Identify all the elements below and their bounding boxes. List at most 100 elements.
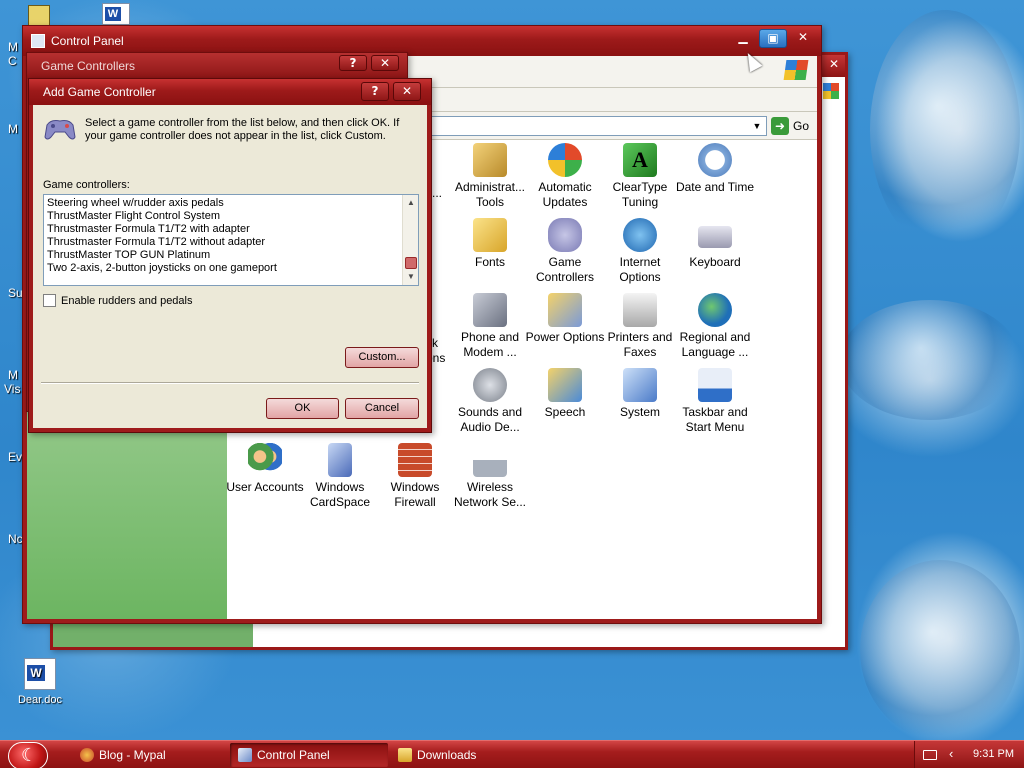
separator	[41, 382, 419, 384]
cp-item-keyboard[interactable]: Keyboard	[675, 218, 755, 270]
cp-item-label: System	[619, 405, 660, 419]
cp-item-speech[interactable]: Speech	[525, 368, 605, 420]
clock[interactable]: 9:31 PM	[973, 748, 1014, 760]
cp-item-date-and-time[interactable]: Date and Time	[675, 143, 755, 195]
wireless-network-icon	[473, 443, 507, 477]
keyboard-icon[interactable]	[923, 750, 937, 760]
taskbar: Blog - Mypal Control Panel Downloads ‹ 9…	[0, 740, 1024, 768]
cp-item-taskbar-and-start-menu[interactable]: Taskbar and Start Menu	[675, 368, 755, 435]
taskbar-button-downloads[interactable]: Downloads	[390, 743, 540, 767]
cancel-button[interactable]: Cancel	[345, 398, 419, 419]
add-game-controller-dialog[interactable]: Add Game Controller ? ✕ Select a game co…	[28, 78, 432, 433]
help-button[interactable]: ?	[339, 55, 367, 71]
taskbar-button-blog-mypal[interactable]: Blog - Mypal	[72, 743, 222, 767]
fonts-folder-icon	[473, 218, 507, 252]
window-title: Control Panel	[51, 34, 124, 48]
cp-item-phone-and-modem[interactable]: Phone and Modem ...	[450, 293, 530, 360]
dialog-titlebar[interactable]: Add Game Controller ? ✕	[29, 79, 431, 105]
checkbox-box[interactable]	[43, 294, 56, 307]
close-button[interactable]: ✕	[393, 82, 421, 101]
cp-item-windows-cardspace[interactable]: Windows CardSpace	[300, 443, 380, 510]
list-item[interactable]: Two 2-axis, 2-button joysticks on one ga…	[47, 262, 418, 275]
partial-text: k	[432, 336, 438, 350]
taskbar-button-label: Downloads	[417, 748, 477, 762]
cp-item-label: User Accounts	[226, 480, 304, 494]
cp-item-user-accounts[interactable]: User Accounts	[225, 443, 305, 495]
keyboard-icon	[698, 226, 732, 248]
game-controllers-list[interactable]: Steering wheel w/rudder axis pedals Thru…	[43, 194, 419, 286]
cp-item-power-options[interactable]: Power Options	[525, 293, 605, 345]
close-button[interactable]: ✕	[371, 55, 399, 71]
cp-item-label: Game Controllers	[535, 255, 595, 284]
go-button[interactable]: ➜ Go	[771, 116, 809, 136]
browser-icon	[80, 748, 94, 762]
cp-item-regional-and-language[interactable]: Regional and Language ...	[675, 293, 755, 360]
cp-item-wireless-network-setup[interactable]: Wireless Network Se...	[450, 443, 530, 510]
scroll-up-icon[interactable]: ▲	[404, 196, 418, 210]
cp-item-label: Printers and Faxes	[607, 330, 673, 359]
custom-button[interactable]: Custom...	[345, 347, 419, 368]
cp-item-windows-firewall[interactable]: Windows Firewall	[375, 443, 455, 510]
close-icon[interactable]: ✕	[829, 57, 839, 71]
desktop-icon-dear-doc[interactable]: Dear.doc	[10, 658, 70, 706]
wallpaper-face	[870, 10, 1020, 250]
cp-item-label: Taskbar and Start Menu	[682, 405, 748, 434]
control-panel-icon	[31, 34, 45, 48]
list-item[interactable]: ThrustMaster TOP GUN Platinum	[47, 249, 418, 262]
taskbar-button-label: Control Panel	[257, 748, 330, 762]
maximize-button[interactable]: ▣	[759, 29, 787, 48]
gamepad-icon	[44, 120, 76, 140]
cp-item-internet-options[interactable]: Internet Options	[600, 218, 680, 285]
chevron-left-icon[interactable]: ‹	[949, 746, 953, 761]
chevron-down-icon[interactable]: ▼	[750, 119, 764, 133]
address-input[interactable]: ▼	[407, 116, 767, 136]
desktop-icon-label: M	[8, 122, 18, 136]
enable-rudders-checkbox[interactable]: Enable rudders and pedals	[43, 294, 192, 307]
cp-item-administrative-tools[interactable]: Administrat... Tools	[450, 143, 530, 210]
dialog-instructions: Select a game controller from the list b…	[85, 117, 400, 142]
cp-item-system[interactable]: System	[600, 368, 680, 420]
help-button[interactable]: ?	[361, 82, 389, 101]
cp-item-label: Regional and Language ...	[679, 330, 751, 359]
list-scrollbar[interactable]: ▲ ▼	[402, 195, 418, 285]
close-button[interactable]: ✕	[789, 29, 817, 48]
cp-item-label: Automatic Updates	[538, 180, 592, 209]
word-document-icon[interactable]: W	[102, 3, 130, 25]
cp-item-label: Fonts	[474, 255, 505, 269]
ok-button[interactable]: OK	[266, 398, 339, 419]
cp-item-fonts[interactable]: Fonts	[450, 218, 530, 270]
cp-item-label: Windows CardSpace	[309, 480, 371, 509]
cp-item-printers-and-faxes[interactable]: Printers and Faxes	[600, 293, 680, 360]
minimize-button[interactable]: ▁	[729, 29, 757, 48]
taskbar-button-label: Blog - Mypal	[99, 748, 166, 762]
cp-item-cleartype-tuning[interactable]: A ClearType Tuning	[600, 143, 680, 210]
scroll-thumb[interactable]	[405, 257, 417, 269]
desktop-icon-partial[interactable]	[28, 5, 50, 27]
list-label: Game controllers:	[43, 179, 130, 191]
wallpaper-face	[840, 300, 1020, 420]
cp-item-game-controllers[interactable]: Game Controllers	[525, 218, 605, 285]
dialog-title: Add Game Controller	[43, 85, 156, 99]
start-button[interactable]	[8, 742, 48, 768]
taskbar-button-control-panel[interactable]: Control Panel	[230, 743, 388, 767]
cleartype-icon: A	[623, 143, 657, 177]
game-controllers-titlebar[interactable]: Game Controllers ? ✕	[27, 53, 407, 79]
list-item[interactable]: ThrustMaster Flight Control System	[47, 210, 418, 223]
speaker-icon	[473, 368, 507, 402]
cp-item-automatic-updates[interactable]: Automatic Updates	[525, 143, 605, 210]
scroll-down-icon[interactable]: ▼	[404, 270, 418, 284]
go-label: Go	[793, 119, 810, 133]
cp-item-label: Phone and Modem ...	[460, 330, 520, 359]
cp-item-label: Speech	[544, 405, 586, 419]
cp-item-sounds-and-audio[interactable]: Sounds and Audio De...	[450, 368, 530, 435]
cp-item-label: ClearType Tuning	[612, 180, 668, 209]
globe-icon	[698, 293, 732, 327]
list-item[interactable]: Thrustmaster Formula T1/T2 with adapter	[47, 223, 418, 236]
firewall-icon	[398, 443, 432, 477]
wallpaper-face	[860, 560, 1020, 740]
list-item[interactable]: Steering wheel w/rudder axis pedals	[47, 197, 418, 210]
cp-item-label: Wireless Network Se...	[453, 480, 527, 509]
list-item[interactable]: Thrustmaster Formula T1/T2 without adapt…	[47, 236, 418, 249]
cp-item-label: Windows Firewall	[390, 480, 440, 509]
dialog-body: Select a game controller from the list b…	[33, 105, 427, 428]
